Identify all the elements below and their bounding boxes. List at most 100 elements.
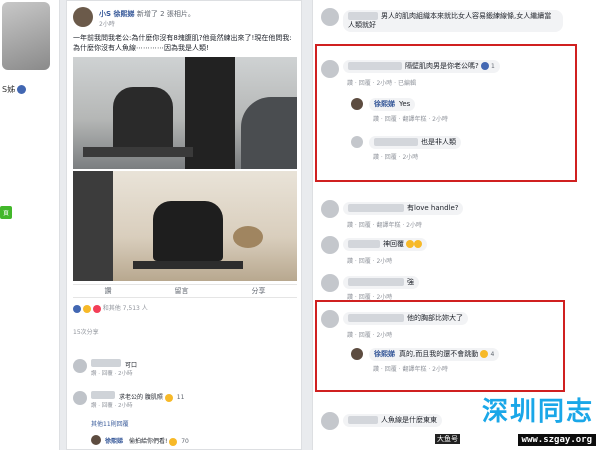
blurred-name [374, 138, 418, 146]
post-photo-2[interactable] [73, 171, 297, 281]
more-replies-link[interactable]: 其他11則回覆 [91, 419, 315, 428]
reactions-count: 和其他 7,513 人 [102, 305, 148, 312]
comment-bubble: 人魚線是什麼東東 [343, 414, 442, 427]
reaction-count: 11 [176, 394, 185, 401]
page-tag: 頁 [0, 206, 13, 219]
post-timestamp[interactable]: 2小時 [99, 19, 115, 28]
commenter-avatar[interactable] [73, 391, 87, 405]
commenter-avatar[interactable] [351, 348, 363, 360]
profile-photo[interactable] [2, 2, 50, 70]
comment-bubble: 神回覆 [343, 238, 428, 251]
comment-meta: 讚 · 回覆 · 翻譯年糕 · 2小時 [347, 222, 422, 229]
comment-text: 男人的肌肉組織本來就比女人容易鍛練線條,女人繼續當人類就好 [348, 12, 552, 29]
commenter-avatar[interactable] [73, 359, 87, 373]
profile-name-fragment[interactable]: S姊 [2, 84, 27, 95]
comment-button[interactable]: 留言 [175, 286, 189, 296]
commenter-avatar[interactable] [321, 274, 339, 292]
author-name[interactable]: 小S 徐熙娣 [99, 10, 134, 18]
commenter-avatar[interactable] [321, 412, 339, 430]
blurred-name [91, 391, 115, 399]
comment-meta: 讚 · 回覆 · 2小時 [347, 332, 393, 339]
blurred-name [348, 12, 378, 20]
commenter-avatar[interactable] [321, 8, 339, 26]
like-reaction-icon [73, 304, 81, 313]
watermark-small: 大鱼号 [435, 434, 460, 444]
comment-text: 可口 [125, 362, 138, 369]
like-reaction-icon [480, 62, 489, 70]
haha-reaction-icon [480, 350, 489, 358]
commenter-avatar[interactable] [351, 98, 363, 110]
photo-bench-2 [133, 261, 243, 269]
comment-text: 強 [407, 278, 414, 286]
comment-meta: 讚 · 回覆 · 翻譯年糕 · 2小時 [373, 366, 448, 373]
blurred-name [348, 204, 404, 212]
comment-text: 有love handle? [407, 204, 459, 212]
comment-text: 隔壁肌肉男是你老公嗎? [405, 62, 479, 70]
watermark-title: 深圳同志 [481, 397, 594, 427]
comment-text: Yes [399, 100, 411, 108]
watermark-url: www.szgay.org [517, 434, 596, 446]
reaction-count: 4 [490, 351, 495, 358]
comment-meta: 讚 · 回覆 · 翻譯年糕 · 2小時 [373, 116, 448, 123]
blurred-name [91, 359, 121, 367]
comment-reply: 徐熙娣 Yes 讚 · 回覆 · 翻譯年糕 · 2小時 [313, 96, 600, 124]
comment-text: 神回覆 [383, 240, 404, 248]
haha-reaction-icon [82, 304, 91, 313]
blurred-name [348, 416, 378, 424]
facebook-post: 小S 徐熙娣 新增了 2 張相片。 2小時 一年前我問我老公:為什麼你沒有8塊腹… [66, 0, 302, 450]
comments-panel: 男人的肌肉組織本來就比女人容易鍛練線條,女人繼續當人類就好 隔壁肌肉男是你老公嗎… [312, 0, 600, 450]
commenter-avatar[interactable] [321, 310, 339, 328]
comment-text: 人魚線是什麼東東 [381, 416, 437, 424]
comment-bubble: 隔壁肌肉男是你老公嗎? 1 [343, 60, 500, 73]
comment-text: 也是非人類 [421, 138, 456, 146]
like-button[interactable]: 讚 [105, 286, 112, 296]
commenter-avatar[interactable] [351, 136, 363, 148]
commenter-avatar[interactable] [321, 60, 339, 78]
comment-reply: 也是非人類 讚 · 回覆 · 2小時 [313, 134, 600, 162]
commenter-avatar[interactable] [321, 200, 339, 218]
post-photo-1[interactable] [73, 57, 297, 169]
haha-reaction-icon [169, 437, 178, 446]
post-comment: 求老公的 腹肌照 11 讚 · 回覆 · 2小時 [73, 391, 297, 415]
photo-dumbbell-rack [73, 171, 113, 281]
verified-badge-icon [17, 85, 27, 94]
author-avatar[interactable] [73, 7, 93, 27]
blurred-name [348, 240, 380, 248]
post-comment: 可口 讚 · 回覆 · 2小時 [73, 359, 297, 385]
blurred-name [348, 314, 404, 322]
comment-reply: 徐熙娣 真的,而且我的還不會跳動 4 讚 · 回覆 · 翻譯年糕 · 2小時 [313, 346, 600, 380]
post-header: 小S 徐熙娣 新增了 2 張相片。 2小時 [73, 7, 297, 29]
comment-bubble: 他的胸部比妳大了 [343, 312, 468, 325]
comment-meta: 讚 · 回覆 · 2小時 [91, 403, 133, 409]
post-author[interactable]: 小S 徐熙娣 新增了 2 張相片。 [99, 9, 195, 19]
comment-bubble: 徐熙娣 Yes [369, 98, 416, 111]
commenter-avatar[interactable] [91, 435, 101, 445]
commenter-name[interactable]: 徐熙娣 [374, 100, 395, 108]
comment-item: 隔壁肌肉男是你老公嗎? 1 讚 · 回覆 · 2小時 · 已編輯 [313, 56, 600, 90]
love-reaction-icon [92, 304, 101, 313]
commenter-name[interactable]: 徐熙娣 [374, 350, 395, 358]
post-actions: 讚 留言 分享 [73, 284, 297, 298]
comment-meta: 讚 · 回覆 · 2小時 [347, 258, 393, 265]
post-comment-reply: 徐熙娣 偷拍給你們看! 70 [91, 435, 315, 449]
haha-reaction-icon [164, 393, 173, 402]
comment-bubble: 男人的肌肉組織本來就比女人容易鍛練線條,女人繼續當人類就好 [343, 10, 563, 32]
blurred-name [348, 62, 402, 70]
reactions-summary[interactable]: 和其他 7,513 人 [73, 303, 297, 315]
comment-text: 偷拍給你們看! [128, 438, 168, 445]
shares-count[interactable]: 15次分享 [73, 327, 99, 336]
comment-meta: 讚 · 回覆 · 2小時 · 已編輯 [347, 80, 416, 87]
reaction-count: 1 [490, 63, 495, 70]
share-button[interactable]: 分享 [252, 286, 266, 296]
comment-item: 強 讚 · 回覆 · 2小時 [313, 272, 600, 302]
photo-basket [233, 226, 263, 248]
comment-text: 求老公的 腹肌照 [119, 394, 163, 401]
comment-meta: 讚 · 回覆 · 2小時 [91, 371, 133, 377]
comment-item: 有love handle? 讚 · 回覆 · 翻譯年糕 · 2小時 [313, 198, 600, 230]
comment-item: 神回覆 讚 · 回覆 · 2小時 [313, 234, 600, 266]
comment-bubble: 強 [343, 276, 419, 289]
commenter-name[interactable]: 徐熙娣 [105, 438, 123, 445]
comment-bubble: 有love handle? [343, 202, 464, 215]
commenter-avatar[interactable] [321, 236, 339, 254]
comment-bubble: 也是非人類 [369, 136, 461, 149]
